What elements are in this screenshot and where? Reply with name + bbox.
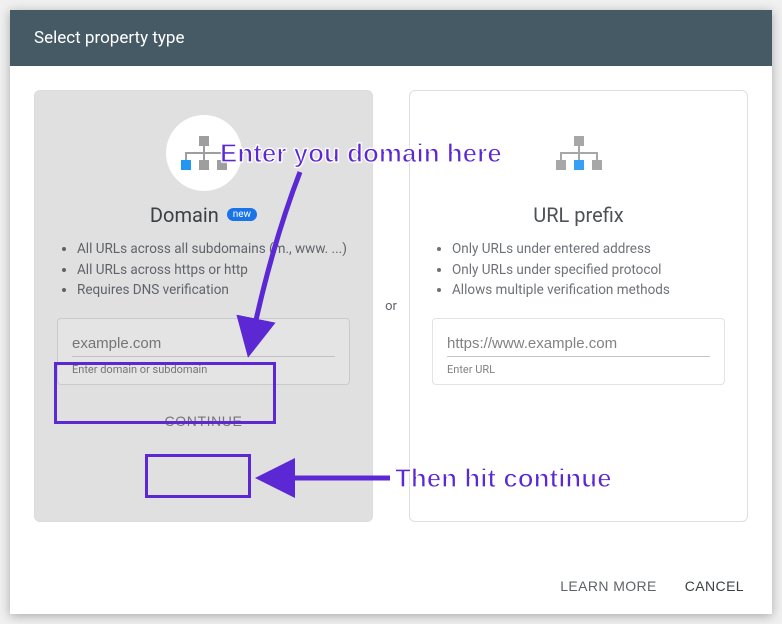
domain-input-helper: Enter domain or subdomain	[72, 363, 335, 376]
dialog-header: Select property type	[10, 10, 772, 66]
urlprefix-input-helper: Enter URL	[447, 363, 710, 376]
domain-icon-wrap	[166, 115, 242, 191]
domain-title-text: Domain	[150, 203, 219, 227]
url-prefix-card[interactable]: URL prefix Only URLs under entered addre…	[409, 90, 748, 522]
dialog-title: Select property type	[34, 28, 185, 48]
bullet-item: Allows multiple verification methods	[452, 282, 725, 300]
select-property-dialog: Select property type Domain new All URLs…	[10, 10, 772, 614]
or-separator: or	[373, 90, 409, 522]
domain-input[interactable]	[72, 331, 335, 357]
urlprefix-icon-wrap	[541, 115, 617, 191]
domain-card[interactable]: Domain new All URLs across all subdomain…	[34, 90, 373, 522]
dialog-footer: LEARN MORE CANCEL	[560, 578, 744, 594]
continue-button[interactable]: CONTINUE	[147, 403, 261, 439]
bullet-item: All URLs across https or http	[77, 262, 350, 280]
bullet-item: All URLs across all subdomains (m., www.…	[77, 241, 350, 259]
urlprefix-card-title: URL prefix	[432, 203, 725, 227]
bullet-item: Only URLs under specified protocol	[452, 262, 725, 280]
domain-input-box: Enter domain or subdomain	[57, 318, 350, 385]
sitemap-icon	[181, 136, 227, 170]
sitemap-icon	[556, 136, 602, 170]
urlprefix-input-box: Enter URL	[432, 318, 725, 385]
bullet-item: Requires DNS verification	[77, 282, 350, 300]
urlprefix-input[interactable]	[447, 331, 710, 357]
urlprefix-title-text: URL prefix	[533, 203, 623, 227]
learn-more-button[interactable]: LEARN MORE	[560, 578, 657, 594]
domain-card-title: Domain new	[57, 203, 350, 227]
dialog-body: Domain new All URLs across all subdomain…	[10, 66, 772, 522]
cancel-button[interactable]: CANCEL	[685, 578, 744, 594]
new-badge: new	[227, 208, 257, 221]
bullet-item: Only URLs under entered address	[452, 241, 725, 259]
urlprefix-bullets: Only URLs under entered address Only URL…	[452, 241, 725, 300]
domain-bullets: All URLs across all subdomains (m., www.…	[77, 241, 350, 300]
